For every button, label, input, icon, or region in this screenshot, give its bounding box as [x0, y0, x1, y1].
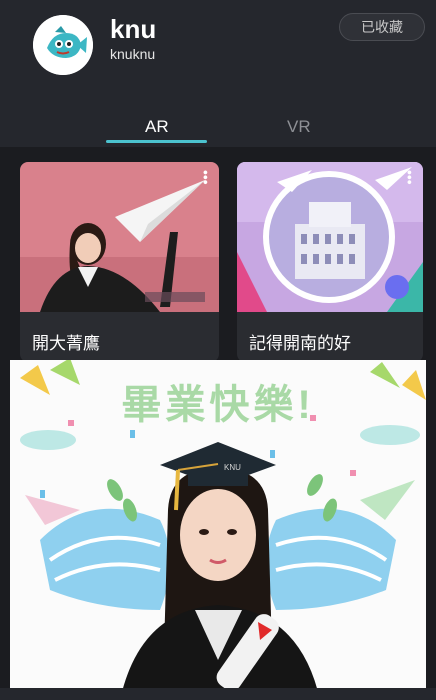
card-thumbnail: ••• [20, 162, 219, 312]
card-title: 開大菁鷹 [32, 334, 100, 353]
card-remember-kainan[interactable]: ••• 記得開南的好 [237, 162, 423, 362]
tab-bar: AR VR [0, 95, 436, 147]
page-title: knu [110, 14, 157, 44]
favorite-button[interactable]: 已收藏 [339, 13, 425, 41]
profile-header: knu knuknu 已收藏 [0, 0, 436, 95]
card-thumbnail: ••• [237, 162, 423, 312]
cap-label: KNU [224, 463, 241, 472]
banner-title: 畢業快樂! [121, 383, 315, 427]
active-tab-indicator [106, 140, 207, 143]
tab-ar[interactable]: AR [145, 117, 169, 137]
card-title: 記得開南的好 [249, 334, 351, 353]
tab-vr[interactable]: VR [287, 117, 311, 137]
bottom-nav-strip [0, 688, 436, 700]
page-subtitle: knuknu [110, 46, 156, 62]
more-options-icon[interactable]: ••• [402, 170, 418, 185]
more-options-icon[interactable]: ••• [198, 170, 214, 185]
fish-mascot-icon [33, 15, 93, 75]
card-graduation-eagle[interactable]: ••• 開大菁鷹 [20, 162, 219, 362]
avatar[interactable] [33, 15, 93, 75]
ar-preview-image[interactable]: 畢業快樂! KNU [10, 360, 426, 700]
